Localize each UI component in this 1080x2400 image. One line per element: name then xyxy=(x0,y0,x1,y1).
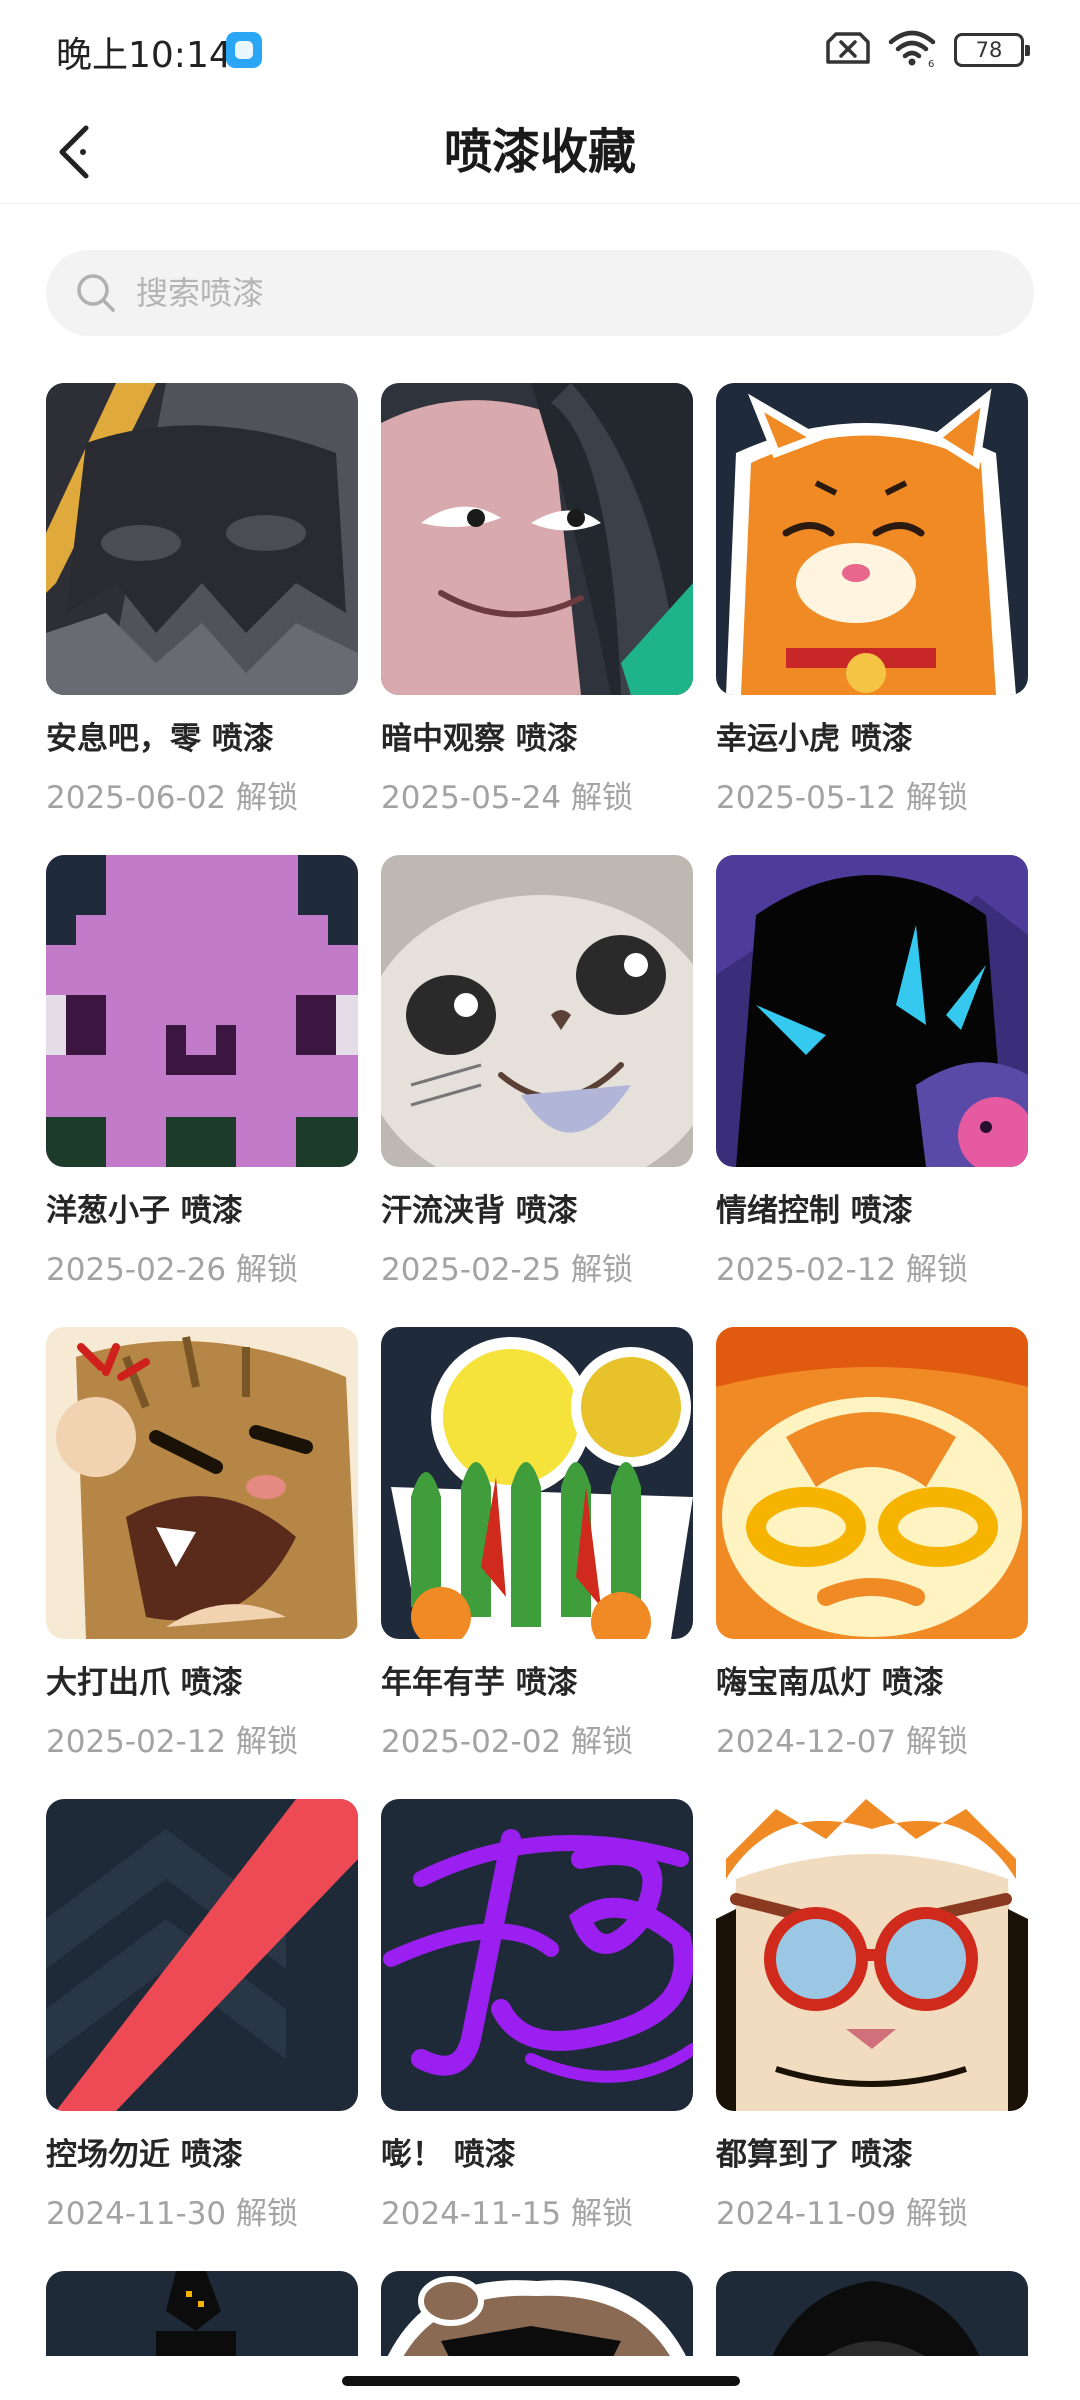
spray-card[interactable]: 汗流浃背 喷漆 2025-02-25 解锁 xyxy=(381,855,693,1327)
page-title: 喷漆收藏 xyxy=(443,124,636,180)
spray-thumbnail xyxy=(716,855,1028,1167)
spray-thumbnail xyxy=(716,1327,1028,1639)
spray-thumbnail xyxy=(716,1799,1028,2111)
battery-level: 78 xyxy=(975,38,1003,62)
spray-name: 暗中观察 喷漆 xyxy=(381,721,578,757)
spray-thumbnail xyxy=(381,855,693,1167)
spray-thumbnail xyxy=(46,1799,358,2111)
spray-name: 都算到了 喷漆 xyxy=(716,2137,913,2173)
spray-thumbnail xyxy=(46,383,358,695)
spray-thumbnail xyxy=(716,383,1028,695)
spray-thumbnail xyxy=(381,1327,693,1639)
spray-card[interactable]: 情绪控制 喷漆 2025-02-12 解锁 xyxy=(716,855,1028,1327)
wifi-icon: 6 xyxy=(888,28,936,72)
app-notification-icon xyxy=(226,32,262,68)
spray-card[interactable]: 控场勿近 喷漆 2024-11-30 解锁 xyxy=(46,1799,358,2271)
spray-name: 年年有芋 喷漆 xyxy=(381,1665,578,1701)
search-bar[interactable] xyxy=(46,250,1034,336)
spray-name: 情绪控制 喷漆 xyxy=(716,1193,913,1229)
spray-card[interactable]: 都算到了 喷漆 2024-11-09 解锁 xyxy=(716,1799,1028,2271)
spray-unlock-date: 2024-11-15 解锁 xyxy=(381,2196,634,2232)
spray-card[interactable]: 年年有芋 喷漆 2025-02-02 解锁 xyxy=(381,1327,693,1799)
spray-unlock-date: 2025-02-12 解锁 xyxy=(716,1252,969,1288)
status-time: 晚上10:14 xyxy=(56,35,232,76)
spray-name: 汗流浃背 喷漆 xyxy=(381,1193,578,1229)
spray-unlock-date: 2024-11-30 解锁 xyxy=(46,2196,299,2232)
spray-card[interactable]: 洋葱小子 喷漆 2025-02-26 解锁 xyxy=(46,855,358,1327)
spray-grid: 安息吧，零 喷漆 2025-06-02 解锁 暗中观察 喷漆 2025-05-2… xyxy=(46,383,1046,2371)
spray-unlock-date: 2025-02-25 解锁 xyxy=(381,1252,634,1288)
spray-thumbnail xyxy=(381,383,693,695)
no-sim-icon xyxy=(826,30,870,70)
spray-card[interactable]: 幸运小虎 喷漆 2025-05-12 解锁 xyxy=(716,383,1028,855)
spray-unlock-date: 2025-05-24 解锁 xyxy=(381,780,634,816)
spray-card[interactable]: 安息吧，零 喷漆 2025-06-02 解锁 xyxy=(46,383,358,855)
spray-name: 嘭！ 喷漆 xyxy=(381,2137,516,2173)
spray-unlock-date: 2024-11-09 解锁 xyxy=(716,2196,969,2232)
spray-unlock-date: 2025-02-02 解锁 xyxy=(381,1724,634,1760)
spray-name: 安息吧，零 喷漆 xyxy=(46,721,274,757)
spray-thumbnail xyxy=(46,1327,358,1639)
spray-name: 嗨宝南瓜灯 喷漆 xyxy=(716,1665,944,1701)
spray-thumbnail xyxy=(46,855,358,1167)
status-bar: 晚上10:14 6 78 xyxy=(0,0,1080,100)
battery-indicator: 78 xyxy=(954,33,1030,67)
spray-card[interactable]: 嗨宝南瓜灯 喷漆 2024-12-07 解锁 xyxy=(716,1327,1028,1799)
spray-unlock-date: 2025-06-02 解锁 xyxy=(46,780,299,816)
status-icons: 6 78 xyxy=(826,28,1030,72)
spray-card[interactable]: 暗中观察 喷漆 2025-05-24 解锁 xyxy=(381,383,693,855)
spray-unlock-date: 2025-05-12 解锁 xyxy=(716,780,969,816)
spray-unlock-date: 2025-02-26 解锁 xyxy=(46,1252,299,1288)
spray-unlock-date: 2025-02-12 解锁 xyxy=(46,1724,299,1760)
spray-card[interactable]: 大打出爪 喷漆 2025-02-12 解锁 xyxy=(46,1327,358,1799)
spray-name: 幸运小虎 喷漆 xyxy=(716,721,913,757)
home-indicator[interactable] xyxy=(342,2376,740,2386)
spray-name: 洋葱小子 喷漆 xyxy=(46,1193,243,1229)
spray-name: 大打出爪 喷漆 xyxy=(46,1665,243,1701)
svg-text:6: 6 xyxy=(928,59,934,68)
search-icon xyxy=(74,271,118,315)
search-input[interactable] xyxy=(136,274,996,312)
header-bar: 喷漆收藏 xyxy=(0,100,1080,204)
spray-unlock-date: 2024-12-07 解锁 xyxy=(716,1724,969,1760)
spray-name: 控场勿近 喷漆 xyxy=(46,2137,243,2173)
spray-thumbnail xyxy=(381,1799,693,2111)
spray-card[interactable]: 嘭！ 喷漆 2024-11-15 解锁 xyxy=(381,1799,693,2271)
